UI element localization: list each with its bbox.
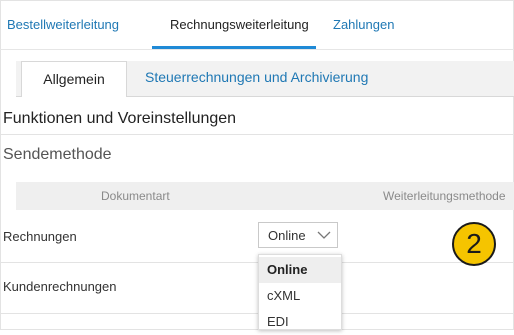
row-label-kundenrechnungen: Kundenrechnungen: [3, 279, 117, 294]
subsection-title: Sendemethode: [3, 146, 112, 163]
subtab-steuerrechnungen[interactable]: Steuerrechnungen und Archivierung: [145, 69, 368, 85]
option-cxml[interactable]: cXML: [259, 283, 341, 309]
top-tab-bar: Bestellweiterleitung Rechnungsweiterleit…: [0, 0, 514, 50]
section-title: Funktionen und Voreinstellungen: [3, 110, 237, 127]
option-edi[interactable]: EDI: [259, 309, 341, 335]
table-header: Dokumentart Weiterleitungsmethode: [16, 182, 514, 210]
tab-bar-divider: [0, 49, 514, 50]
chevron-down-icon: [317, 229, 331, 241]
subtab-allgemein[interactable]: Allgemein: [21, 61, 127, 97]
tab-rechnungsweiterleitung[interactable]: Rechnungsweiterleitung: [170, 17, 309, 32]
delivery-method-dropdown: Online cXML EDI: [258, 254, 342, 330]
column-header-dokumentart: Dokumentart: [101, 189, 170, 203]
row-label-rechnungen: Rechnungen: [3, 229, 77, 244]
column-header-weiterleitungsmethode: Weiterleitungsmethode: [383, 189, 506, 203]
row-divider: [0, 262, 514, 263]
row-divider: [0, 313, 514, 314]
step-number-badge: 2: [452, 222, 496, 266]
select-value: Online: [268, 228, 306, 243]
section-divider: [0, 134, 514, 135]
option-online[interactable]: Online: [259, 257, 341, 283]
tab-bestellweiterleitung[interactable]: Bestellweiterleitung: [7, 17, 119, 32]
delivery-method-select[interactable]: Online: [258, 222, 338, 248]
tab-zahlungen[interactable]: Zahlungen: [333, 17, 394, 32]
